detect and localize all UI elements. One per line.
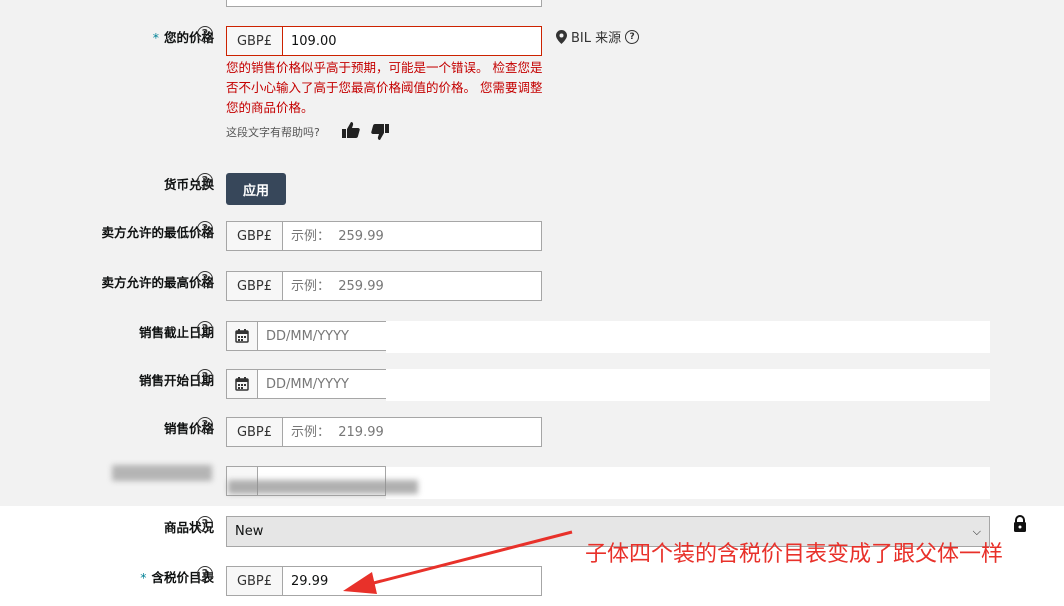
calendar-icon[interactable] <box>227 370 258 398</box>
sale-end-date-field <box>226 321 444 351</box>
currency-prefix: GBP£ <box>227 272 283 300</box>
min-price-input[interactable] <box>283 222 541 250</box>
sale-start-date-field <box>226 369 444 399</box>
help-icon[interactable]: ? <box>197 321 213 337</box>
sale-price-input[interactable] <box>283 418 541 446</box>
field-strip <box>386 321 990 353</box>
condition-selected: New <box>235 524 264 539</box>
list-price-tax-field: GBP£ <box>226 566 542 596</box>
sale-end-date-input[interactable] <box>258 322 444 350</box>
field-strip <box>386 467 990 499</box>
price-field: GBP£ <box>226 26 542 56</box>
previous-field-fragment <box>226 0 542 7</box>
help-icon[interactable]: ? <box>197 566 213 582</box>
list-price-tax-input[interactable] <box>283 567 541 595</box>
min-price-field: GBP£ <box>226 221 542 251</box>
lock-icon <box>1014 515 1026 532</box>
calendar-icon[interactable] <box>227 322 258 350</box>
sale-start-date-input[interactable] <box>258 370 444 398</box>
price-error-message: 您的销售价格似乎高于预期，可能是一个错误。 检查您是否不小心输入了高于您最高价格… <box>226 60 543 115</box>
sale-price-field: GBP£ <box>226 417 542 447</box>
field-strip <box>386 369 990 401</box>
bil-source-label: BIL 来源 <box>571 31 622 46</box>
currency-prefix: GBP£ <box>227 418 283 446</box>
help-icon[interactable]: ? <box>197 26 213 42</box>
price-input[interactable] <box>283 27 541 55</box>
currency-prefix: GBP£ <box>227 567 283 595</box>
blurred-content <box>228 480 418 494</box>
bil-source: BIL 来源 ? <box>556 27 640 46</box>
max-price-field: GBP£ <box>226 271 542 301</box>
help-icon[interactable]: ? <box>197 221 213 237</box>
helpful-question: 这段文字有帮助吗? <box>226 126 320 139</box>
help-icon[interactable]: ? <box>197 271 213 287</box>
apply-button[interactable]: 应用 <box>226 173 286 205</box>
currency-prefix: GBP£ <box>227 27 283 55</box>
help-icon[interactable]: ? <box>197 369 213 385</box>
max-price-input[interactable] <box>283 272 541 300</box>
help-icon[interactable]: ? <box>197 417 213 433</box>
help-icon[interactable]: ? <box>625 29 640 44</box>
blurred-label <box>112 465 212 481</box>
thumbs-up-icon[interactable] <box>342 122 360 138</box>
help-icon[interactable]: ? <box>197 516 213 532</box>
help-icon[interactable]: ? <box>197 173 213 189</box>
location-pin-icon <box>556 29 567 44</box>
annotation-text: 子体四个装的含税价目表变成了跟父体一样 <box>585 542 1004 567</box>
thumbs-down-icon[interactable] <box>371 124 389 140</box>
currency-prefix: GBP£ <box>227 222 283 250</box>
